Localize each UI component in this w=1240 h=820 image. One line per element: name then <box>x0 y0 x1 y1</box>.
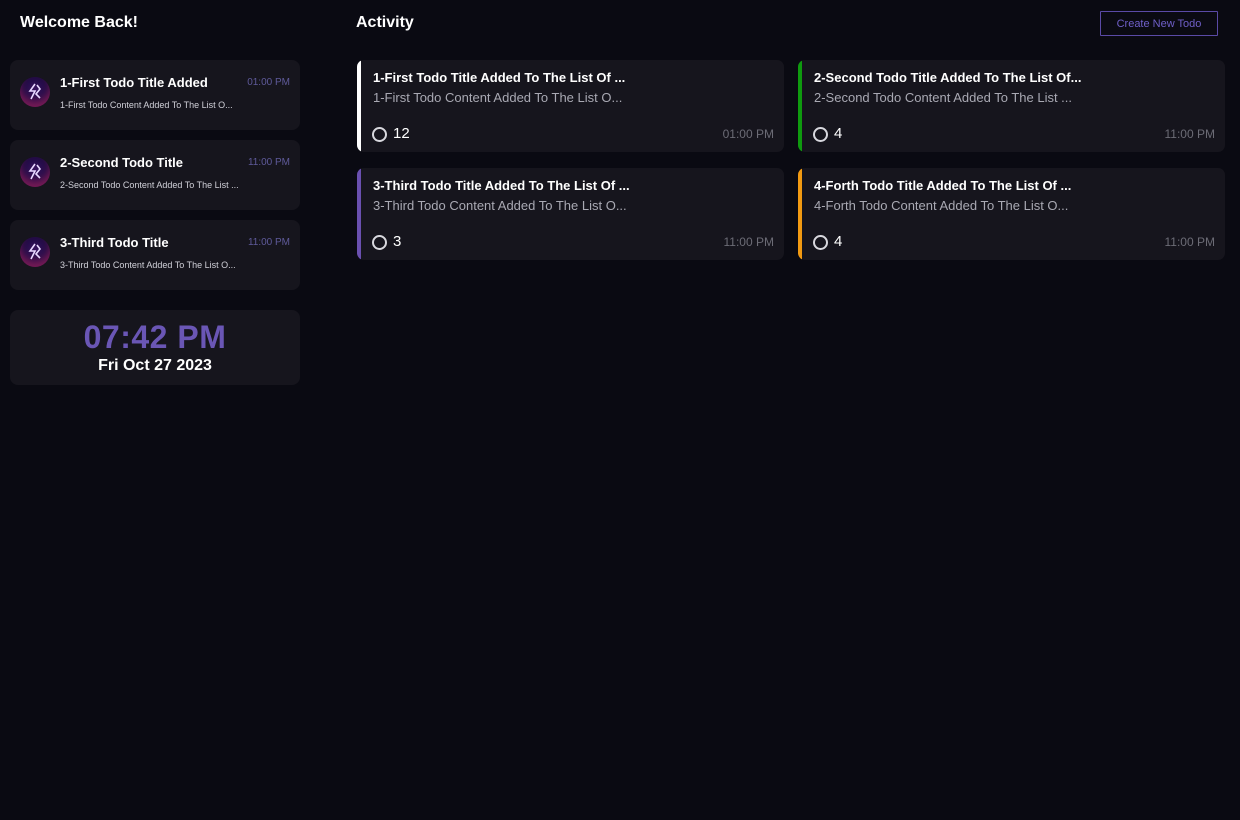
activity-card-content: 3-Third Todo Content Added To The List O… <box>373 198 627 213</box>
accent-bar <box>798 60 802 152</box>
logo-avatar-icon <box>20 77 50 107</box>
circle-checkbox-icon[interactable] <box>813 235 828 250</box>
accent-bar <box>798 168 802 260</box>
recent-todo-title: 3-Third Todo Title <box>60 235 169 250</box>
activity-card-time: 11:00 PM <box>1164 235 1215 249</box>
recent-todo-time: 01:00 PM <box>247 77 290 88</box>
activity-card-content: 2-Second Todo Content Added To The List … <box>814 90 1073 105</box>
logo-avatar-icon <box>20 157 50 187</box>
recent-todo-time: 11:00 PM <box>247 237 290 248</box>
recent-todo-content: 1-First Todo Content Added To The List O… <box>60 100 233 110</box>
activity-card-content: 4-Forth Todo Content Added To The List O… <box>814 198 1069 213</box>
activity-card[interactable]: 3-Third Todo Title Added To The List Of … <box>357 168 784 260</box>
activity-card[interactable]: 2-Second Todo Title Added To The List Of… <box>798 60 1225 152</box>
activity-card-title: 3-Third Todo Title Added To The List Of … <box>373 178 630 193</box>
recent-todo-title: 2-Second Todo Title <box>60 155 184 170</box>
activity-card-content: 1-First Todo Content Added To The List O… <box>373 90 623 105</box>
recent-todo-item[interactable]: 2-Second Todo Title 11:00 PM 2-Second To… <box>10 140 300 210</box>
recent-todo-content: 3-Third Todo Content Added To The List O… <box>60 260 236 270</box>
logo-avatar-icon <box>20 237 50 267</box>
activity-card-title: 4-Forth Todo Title Added To The List Of … <box>814 178 1072 193</box>
circle-checkbox-icon[interactable] <box>372 235 387 250</box>
activity-card-time: 11:00 PM <box>1164 127 1215 141</box>
activity-card-title: 1-First Todo Title Added To The List Of … <box>373 70 626 85</box>
accent-bar <box>357 168 361 260</box>
circle-checkbox-icon[interactable] <box>813 127 828 142</box>
activity-heading: Activity <box>356 14 414 31</box>
activity-card-count: 4 <box>834 125 843 142</box>
recent-todo-list: 1-First Todo Title Added 01:00 PM 1-Firs… <box>10 60 300 300</box>
activity-card-time: 01:00 PM <box>722 127 774 141</box>
circle-checkbox-icon[interactable] <box>372 127 387 142</box>
activity-card[interactable]: 1-First Todo Title Added To The List Of … <box>357 60 784 152</box>
clock-card: 07:42 PM Fri Oct 27 2023 <box>10 310 300 385</box>
welcome-heading: Welcome Back! <box>20 14 138 31</box>
activity-card-count: 4 <box>834 233 843 250</box>
clock-date: Fri Oct 27 2023 <box>98 357 212 374</box>
activity-card[interactable]: 4-Forth Todo Title Added To The List Of … <box>798 168 1225 260</box>
activity-card-count: 12 <box>393 125 410 142</box>
create-new-todo-button[interactable]: Create New Todo <box>1100 11 1218 36</box>
activity-card-count: 3 <box>393 233 402 250</box>
app-root: Welcome Back! 1-First Todo Title Added 0… <box>0 0 1240 820</box>
recent-todo-item[interactable]: 1-First Todo Title Added 01:00 PM 1-Firs… <box>10 60 300 130</box>
recent-todo-content: 2-Second Todo Content Added To The List … <box>60 180 239 190</box>
recent-todo-item[interactable]: 3-Third Todo Title 11:00 PM 3-Third Todo… <box>10 220 300 290</box>
accent-bar <box>357 60 361 152</box>
clock-time: 07:42 PM <box>83 319 227 355</box>
recent-todo-title: 1-First Todo Title Added <box>60 75 208 90</box>
recent-todo-time: 11:00 PM <box>247 157 290 168</box>
activity-card-time: 11:00 PM <box>723 235 774 249</box>
activity-card-title: 2-Second Todo Title Added To The List Of… <box>814 70 1082 85</box>
